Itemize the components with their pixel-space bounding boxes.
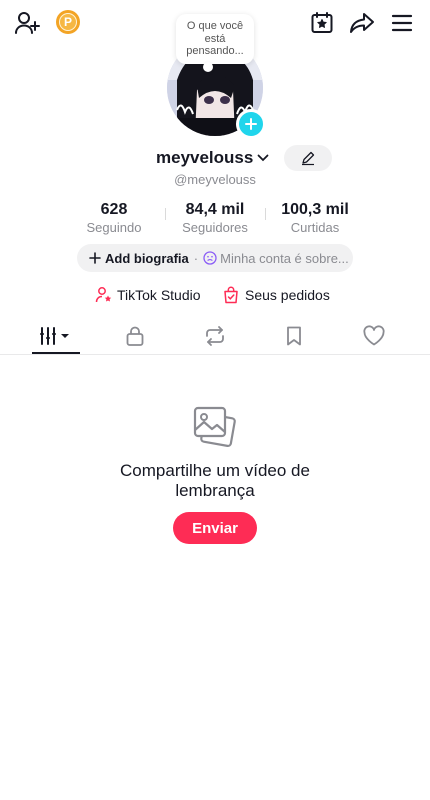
pencil-icon [302, 151, 315, 166]
orders-link[interactable]: Seus pedidos [222, 285, 330, 305]
tab-private[interactable] [105, 320, 165, 352]
empty-state-title: Compartilhe um vídeo de lembrança [0, 461, 430, 501]
bookmark-icon [287, 326, 301, 346]
following-label: Seguindo [86, 220, 142, 235]
send-button[interactable]: Enviar [173, 512, 257, 544]
user-handle: @meyvelouss [174, 172, 256, 187]
shopping-bag-icon [224, 286, 238, 304]
tabs-divider [0, 354, 430, 355]
tab-videos[interactable] [26, 320, 86, 352]
thought-bubble-tail [203, 62, 213, 72]
account-about-label: Minha conta é sobre... [220, 250, 349, 266]
calendar-star-icon[interactable] [306, 8, 338, 38]
stat-likes[interactable]: 100,3 mil Curtidas [268, 201, 362, 235]
tiktok-studio-link[interactable]: TikTok Studio [95, 285, 201, 305]
empty-state-title-text: Compartilhe um vídeo de lembrança [120, 461, 310, 500]
thought-bubble[interactable]: O que você está pensando... [176, 14, 254, 64]
coin-letter: P [59, 13, 77, 31]
menu-icon[interactable] [386, 8, 418, 38]
tab-liked[interactable] [344, 320, 404, 352]
heart-icon [363, 325, 385, 346]
share-icon[interactable] [346, 8, 378, 38]
tab-saved[interactable] [264, 320, 324, 352]
studio-user-icon [95, 287, 112, 303]
lock-icon [126, 326, 144, 346]
stat-divider [265, 208, 266, 220]
repost-icon [206, 326, 224, 346]
account-about-button[interactable]: Minha conta é sobre... [203, 251, 349, 266]
add-bio-label: Add biografia [105, 250, 189, 266]
tab-reposts[interactable] [185, 320, 245, 352]
username: meyvelouss [156, 148, 254, 167]
grid-filter-icon [40, 327, 69, 345]
likes-label: Curtidas [290, 220, 340, 235]
likes-count: 100,3 mil [281, 201, 349, 218]
stat-divider [165, 208, 166, 220]
plus-icon [89, 252, 101, 264]
stat-following[interactable]: 628 Seguindo [74, 201, 154, 235]
add-bio-button[interactable]: Add biografia [89, 251, 189, 266]
edit-profile-button[interactable] [284, 145, 332, 171]
coin-icon[interactable]: P [56, 10, 80, 34]
smiley-icon [203, 251, 217, 265]
username-switcher[interactable]: meyvelouss [156, 146, 269, 170]
stat-followers[interactable]: 84,4 mil Seguidores [170, 201, 260, 235]
chevron-down-icon [257, 154, 269, 162]
following-count: 628 [100, 201, 128, 218]
followers-count: 84,4 mil [185, 201, 245, 218]
photos-icon [191, 404, 239, 450]
bio-pill: Add biografia · Minha conta é sobre... [77, 244, 353, 272]
studio-label: TikTok Studio [117, 287, 201, 303]
followers-label: Seguidores [182, 220, 248, 235]
add-user-icon[interactable] [12, 8, 44, 38]
add-avatar-button[interactable] [236, 109, 266, 139]
orders-label: Seus pedidos [245, 287, 330, 303]
bio-separator: · [193, 250, 199, 266]
